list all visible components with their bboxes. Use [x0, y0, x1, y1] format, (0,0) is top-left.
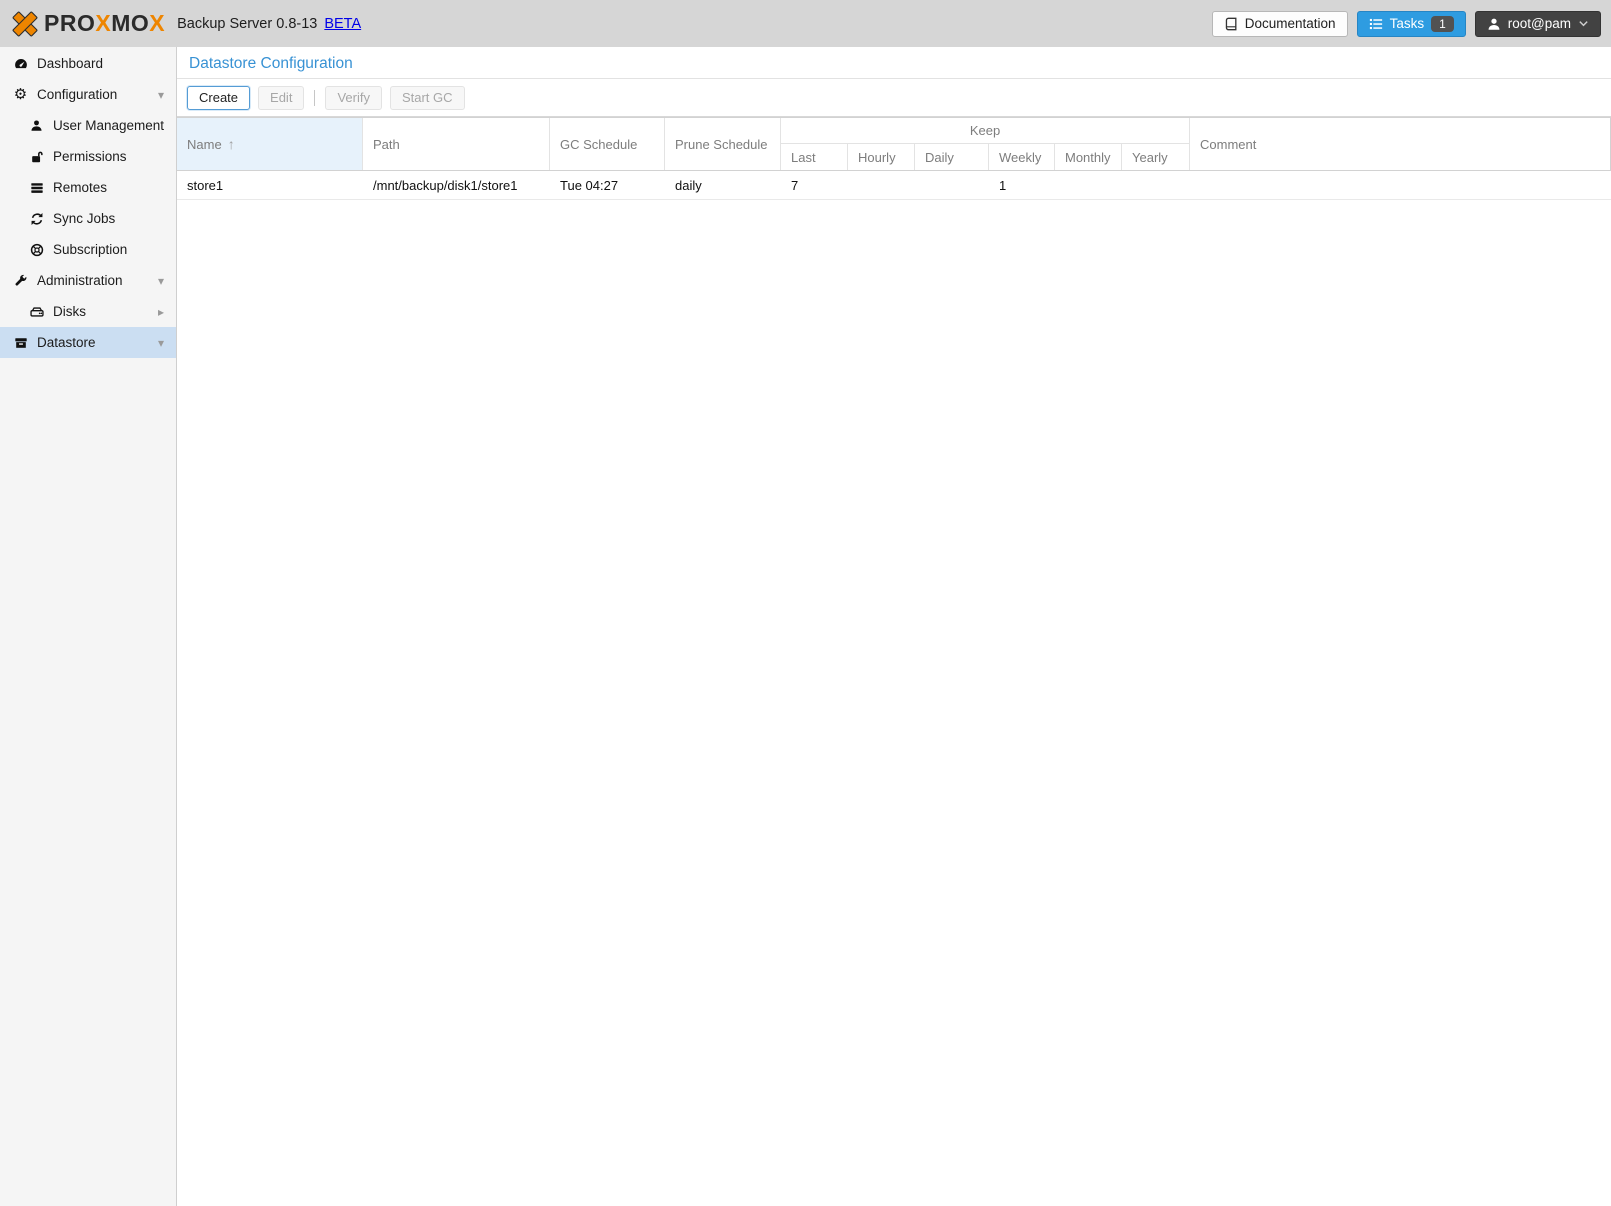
- cell-gc-schedule[interactable]: Tue 04:27: [550, 171, 665, 199]
- start-gc-button[interactable]: Start GC: [390, 86, 465, 110]
- sidebar: Dashboard ⚙ Configuration ▾ User Managem…: [0, 47, 177, 1206]
- column-header-keep-daily[interactable]: Daily: [915, 144, 989, 170]
- documentation-button[interactable]: Documentation: [1212, 11, 1348, 37]
- tasks-button[interactable]: Tasks 1: [1357, 11, 1466, 37]
- product-name: Backup Server 0.8-13: [177, 16, 317, 32]
- column-header-name[interactable]: Name ↑: [177, 118, 363, 170]
- sidebar-item-disks[interactable]: Disks ▸: [0, 296, 176, 327]
- cell-keep-monthly[interactable]: [1055, 171, 1122, 199]
- gears-icon: ⚙: [12, 87, 29, 102]
- cell-comment[interactable]: [1190, 171, 1611, 199]
- column-header-keep-group: Keep: [781, 118, 1190, 144]
- column-header-prune-schedule[interactable]: Prune Schedule: [665, 118, 781, 170]
- cell-keep-hourly[interactable]: [848, 171, 915, 199]
- table-header: Name ↑ Path GC Schedule Prune Schedule K…: [177, 117, 1611, 171]
- beta-link[interactable]: BETA: [324, 16, 361, 32]
- top-bar: PROXMOX Backup Server 0.8-13 BETA Docume…: [0, 0, 1611, 47]
- cell-path[interactable]: /mnt/backup/disk1/store1: [363, 171, 550, 199]
- column-header-keep-weekly[interactable]: Weekly: [989, 144, 1055, 170]
- sidebar-item-permissions[interactable]: Permissions: [0, 141, 176, 172]
- task-list-icon: [1369, 17, 1383, 31]
- chevron-down-icon[interactable]: ▾: [158, 88, 164, 102]
- user-menu-button[interactable]: root@pam: [1475, 11, 1601, 37]
- table-row[interactable]: store1 /mnt/backup/disk1/store1 Tue 04:2…: [177, 171, 1611, 200]
- chevron-down-icon: [1578, 18, 1589, 29]
- sidebar-item-subscription[interactable]: Subscription: [0, 234, 176, 265]
- gauge-icon: [12, 56, 29, 72]
- proxmox-logo: PROXMOX: [10, 9, 165, 39]
- cell-keep-daily[interactable]: [915, 171, 989, 199]
- user-icon: [28, 119, 45, 132]
- sidebar-item-dashboard[interactable]: Dashboard: [0, 48, 176, 79]
- column-header-path[interactable]: Path: [363, 118, 550, 170]
- chevron-right-icon[interactable]: ▸: [158, 305, 164, 319]
- cell-keep-weekly[interactable]: 1: [989, 171, 1055, 199]
- wrench-icon: [12, 274, 29, 288]
- column-header-keep-hourly[interactable]: Hourly: [848, 144, 915, 170]
- cell-name[interactable]: store1: [177, 171, 363, 199]
- life-ring-icon: [28, 243, 45, 257]
- sort-asc-icon: ↑: [228, 136, 235, 152]
- sidebar-item-user-management[interactable]: User Management: [0, 110, 176, 141]
- column-header-keep-monthly[interactable]: Monthly: [1055, 144, 1122, 170]
- proxmox-x-logo-icon: [10, 9, 40, 39]
- toolbar-separator: [314, 90, 315, 106]
- sidebar-item-remotes[interactable]: Remotes: [0, 172, 176, 203]
- column-header-gc-schedule[interactable]: GC Schedule: [550, 118, 665, 170]
- sync-icon: [28, 212, 45, 226]
- toolbar: Create Edit Verify Start GC: [177, 79, 1611, 117]
- unlock-icon: [28, 150, 45, 164]
- create-button[interactable]: Create: [187, 86, 250, 110]
- page-title: Datastore Configuration: [177, 47, 1611, 79]
- edit-button[interactable]: Edit: [258, 86, 304, 110]
- cell-keep-last[interactable]: 7: [781, 171, 848, 199]
- chevron-down-icon[interactable]: ▾: [158, 336, 164, 350]
- cell-keep-yearly[interactable]: [1122, 171, 1190, 199]
- proxmox-wordmark: PROXMOX: [44, 12, 165, 35]
- column-header-keep-last[interactable]: Last: [781, 144, 848, 170]
- chevron-down-icon[interactable]: ▾: [158, 274, 164, 288]
- sidebar-item-sync-jobs[interactable]: Sync Jobs: [0, 203, 176, 234]
- column-header-comment[interactable]: Comment: [1190, 118, 1611, 170]
- column-header-keep-yearly[interactable]: Yearly: [1122, 144, 1190, 170]
- server-icon: [28, 181, 45, 195]
- archive-icon: [12, 336, 29, 350]
- sidebar-item-datastore[interactable]: Datastore ▾: [0, 327, 176, 358]
- user-icon: [1487, 17, 1501, 31]
- verify-button[interactable]: Verify: [325, 86, 382, 110]
- sidebar-item-configuration[interactable]: ⚙ Configuration ▾: [0, 79, 176, 110]
- main-panel: Datastore Configuration Create Edit Veri…: [177, 47, 1611, 1206]
- cell-prune-schedule[interactable]: daily: [665, 171, 781, 199]
- hdd-icon: [28, 305, 45, 319]
- tasks-count-badge: 1: [1431, 16, 1454, 32]
- book-icon: [1224, 17, 1238, 31]
- sidebar-item-administration[interactable]: Administration ▾: [0, 265, 176, 296]
